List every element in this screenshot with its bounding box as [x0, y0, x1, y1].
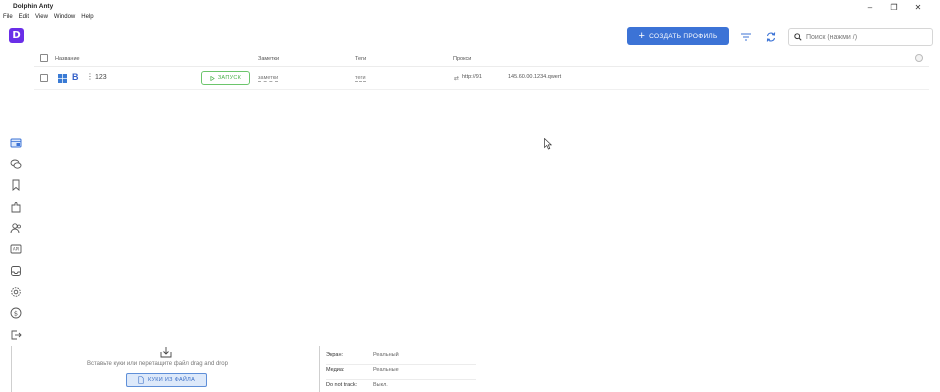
- menu-view[interactable]: View: [35, 14, 48, 24]
- restore-button[interactable]: ❐: [882, 1, 906, 13]
- filter-icon[interactable]: [740, 30, 752, 42]
- menu-bar: File Edit View Window Help: [3, 14, 94, 24]
- column-settings-icon[interactable]: [915, 54, 923, 62]
- logo-letter: D: [12, 30, 21, 41]
- svg-text:API: API: [12, 246, 18, 251]
- column-notes[interactable]: Заметки: [258, 56, 279, 62]
- start-profile-button[interactable]: ЗАПУСК: [201, 71, 250, 85]
- users-icon[interactable]: [9, 221, 22, 234]
- refresh-icon[interactable]: [765, 30, 777, 42]
- settings-icon[interactable]: [9, 285, 22, 298]
- property-value: Выкл.: [373, 382, 388, 388]
- close-button[interactable]: ✕: [906, 1, 930, 13]
- property-key: Do not track:: [326, 382, 358, 388]
- browser-profiles-icon[interactable]: [9, 136, 22, 149]
- svg-text:$: $: [13, 309, 17, 317]
- property-row: Медиа: Реальные: [326, 365, 476, 380]
- window-controls: – ❐ ✕: [858, 1, 930, 13]
- column-tags[interactable]: Теги: [355, 56, 366, 62]
- table-row[interactable]: B ⋮ 123 ЗАПУСК заметки теги ⇄ http://91 …: [34, 68, 929, 90]
- column-name[interactable]: Название: [55, 56, 80, 62]
- extensions-icon[interactable]: [9, 200, 22, 213]
- property-key: Экран:: [326, 352, 344, 358]
- bookmark-icon[interactable]: [9, 178, 22, 191]
- panel-divider-left: [11, 346, 12, 392]
- title-bar: Dolphin Anty – ❐ ✕: [0, 0, 940, 14]
- property-row: Do not track: Выкл.: [326, 380, 476, 392]
- app-logo[interactable]: D: [9, 28, 24, 43]
- chat-icon[interactable]: [9, 157, 22, 170]
- windows-icon: [58, 74, 67, 83]
- notes-cell[interactable]: заметки: [258, 75, 279, 82]
- file-icon: [138, 376, 144, 384]
- inbox-icon[interactable]: [9, 264, 22, 277]
- panel-divider: [319, 346, 320, 392]
- menu-file[interactable]: File: [3, 14, 13, 24]
- menu-window[interactable]: Window: [54, 14, 75, 24]
- cookies-button-label: КУКИ ИЗ ФАЙЛА: [147, 377, 196, 383]
- property-row: Экран: Реальный: [326, 350, 476, 365]
- minimize-button[interactable]: –: [858, 1, 882, 13]
- tags-cell[interactable]: теги: [355, 75, 366, 82]
- menu-help[interactable]: Help: [81, 14, 93, 24]
- app-title: Dolphin Anty: [13, 3, 54, 10]
- mouse-cursor-icon: [544, 138, 552, 150]
- property-key: Медиа:: [326, 367, 345, 373]
- select-all-checkbox[interactable]: [40, 54, 48, 62]
- search-box[interactable]: [788, 28, 933, 46]
- menu-edit[interactable]: Edit: [19, 14, 29, 24]
- more-options-icon[interactable]: ⋮: [86, 72, 94, 81]
- logout-icon[interactable]: [9, 328, 22, 341]
- property-value: Реальные: [373, 367, 399, 373]
- profile-name[interactable]: 123: [95, 74, 107, 81]
- download-icon: [160, 347, 172, 358]
- cookies-drop-text: Вставьте куки или перетащите файл drag a…: [87, 361, 228, 367]
- plus-icon: +: [638, 30, 646, 42]
- start-label: ЗАПУСК: [217, 75, 242, 81]
- table-header: Название Заметки Теги Прокси: [34, 51, 929, 67]
- play-icon: [210, 75, 215, 81]
- property-value: Реальный: [373, 352, 399, 358]
- search-input[interactable]: [806, 33, 926, 41]
- proxy-host[interactable]: 145.60.00.1234.qwert: [508, 74, 561, 80]
- search-icon: [794, 33, 802, 41]
- billing-icon[interactable]: $: [9, 306, 22, 319]
- create-profile-button[interactable]: + СОЗДАТЬ ПРОФИЛЬ: [627, 27, 729, 45]
- proxy-link-icon: ⇄: [454, 76, 460, 82]
- proxy-type[interactable]: http://91: [462, 74, 482, 80]
- browser-icon: B: [72, 72, 79, 82]
- api-icon[interactable]: API: [9, 242, 22, 255]
- column-proxy[interactable]: Прокси: [453, 56, 471, 62]
- create-profile-label: СОЗДАТЬ ПРОФИЛЬ: [649, 32, 718, 40]
- row-checkbox[interactable]: [40, 74, 48, 82]
- cookies-from-file-button[interactable]: КУКИ ИЗ ФАЙЛА: [126, 373, 207, 387]
